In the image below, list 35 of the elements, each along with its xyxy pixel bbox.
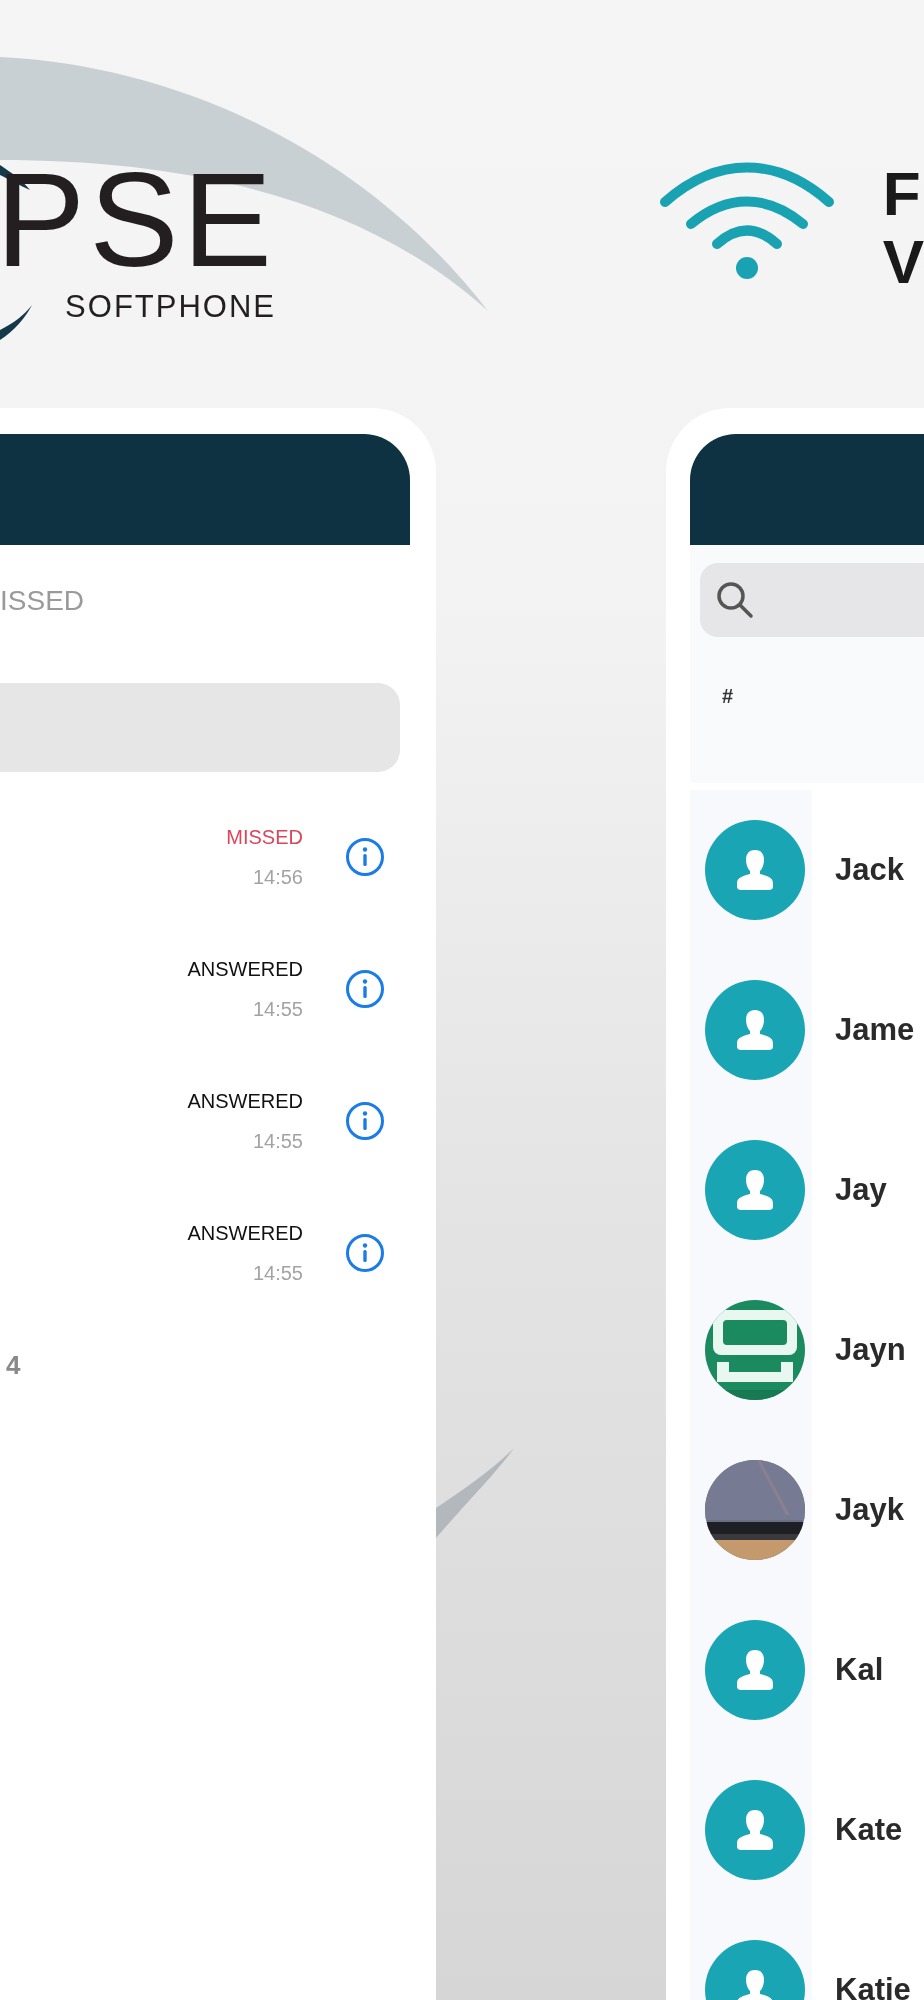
call-status: ANSWERED xyxy=(187,959,303,979)
search-icon xyxy=(716,581,754,619)
person-avatar-icon xyxy=(705,1780,805,1880)
person-avatar-icon xyxy=(705,980,805,1080)
contact-name[interactable]: Kate xyxy=(835,1812,903,1848)
person-avatar-icon xyxy=(705,1620,805,1720)
contact-name[interactable]: Jack xyxy=(835,852,904,888)
call-time: 14:55 xyxy=(252,999,303,1019)
call-time: 14:55 xyxy=(252,1131,303,1151)
search-field[interactable] xyxy=(0,683,400,772)
call-time: 14:55 xyxy=(252,1263,303,1283)
call-status: ANSWERED xyxy=(187,1091,303,1111)
info-icon[interactable] xyxy=(345,837,385,877)
contact-name[interactable]: Kal xyxy=(835,1652,884,1688)
info-icon[interactable] xyxy=(345,969,385,1009)
contact-name[interactable]: Jay xyxy=(835,1172,887,1208)
contact-name[interactable]: Jayk xyxy=(835,1492,904,1528)
logo-tagline: SOFTPHONE xyxy=(65,289,276,325)
search-field[interactable] xyxy=(700,563,924,637)
section-header: # xyxy=(722,685,735,707)
contact-name[interactable]: Jayn xyxy=(835,1332,906,1368)
call-status: ANSWERED xyxy=(187,1223,303,1243)
logo-wordmark: PSE xyxy=(0,155,276,285)
person-avatar-icon xyxy=(705,820,805,920)
call-status: MISSED xyxy=(226,827,303,847)
headline-text: F xyxy=(882,160,922,228)
headline-text: V xyxy=(882,228,924,296)
contact-name[interactable]: Jame xyxy=(835,1012,915,1048)
info-icon[interactable] xyxy=(345,1233,385,1273)
wifi-icon xyxy=(658,160,835,280)
person-avatar-icon xyxy=(705,1140,805,1240)
call-time: 14:56 xyxy=(252,867,303,887)
contact-name[interactable]: Katie xyxy=(835,1972,911,2000)
info-icon[interactable] xyxy=(345,1101,385,1141)
call-count: 4 xyxy=(6,1352,22,1378)
